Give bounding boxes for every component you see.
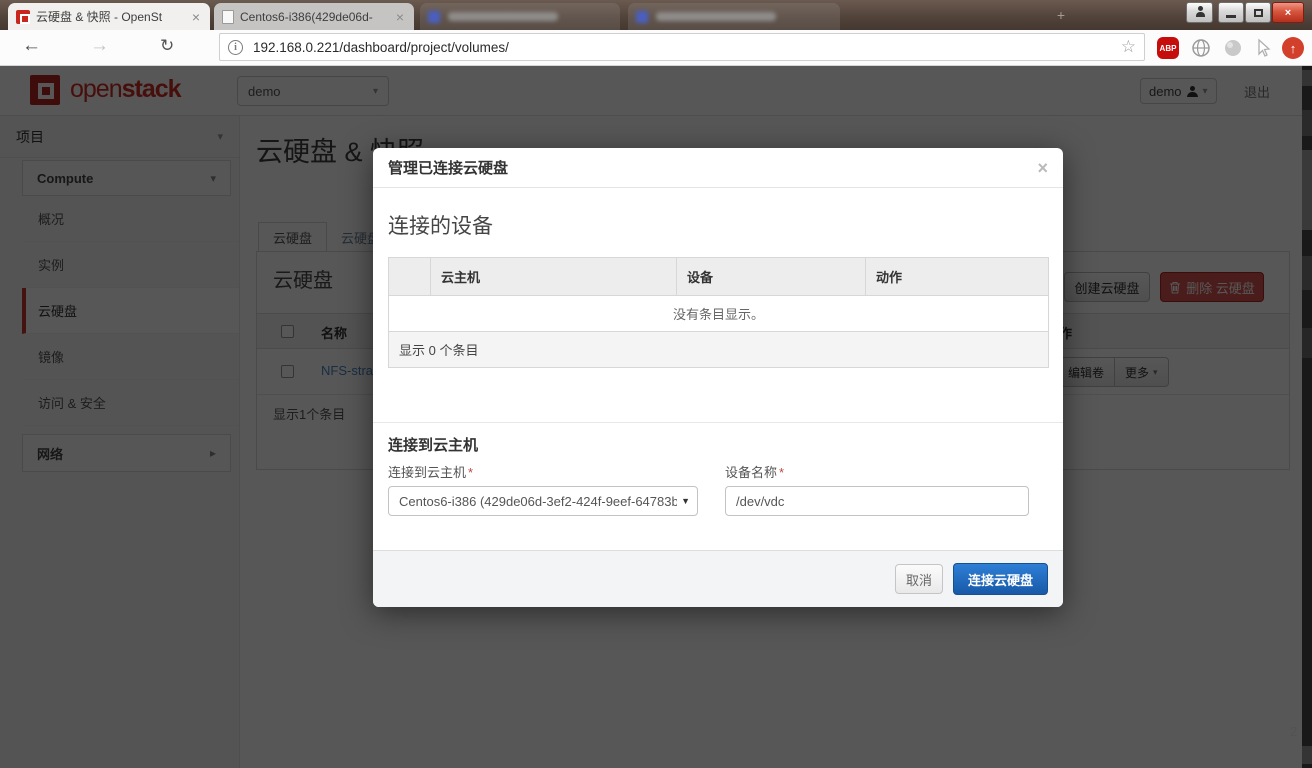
instance-label: 连接到云主机 *: [388, 462, 473, 481]
address-bar[interactable]: i 192.168.0.221/dashboard/project/volume…: [219, 33, 1145, 61]
adblock-extension-icon[interactable]: ABP: [1157, 37, 1179, 59]
tab-title: Centos6-i386(429de06d-: [240, 9, 373, 24]
page-info-icon[interactable]: i: [228, 39, 243, 55]
page-favicon: [222, 9, 234, 24]
attach-volume-modal: 管理已连接云硬盘 × 连接的设备 云主机 设备 动作 没有条目显示。 显示 0 …: [373, 148, 1063, 607]
column-actions: 动作: [865, 257, 1049, 296]
window-minimize-button[interactable]: [1218, 2, 1244, 23]
tab-title: 云硬盘 & 快照 - OpenSt: [36, 10, 163, 24]
required-asterisk: *: [779, 465, 785, 480]
window-maximize-button[interactable]: [1245, 2, 1271, 23]
forward-icon[interactable]: →: [90, 36, 109, 56]
instance-select[interactable]: Centos6-i386 (429de06d-3ef2-424f-9eef-64…: [388, 486, 698, 516]
device-name-input[interactable]: [725, 486, 1029, 516]
bookmark-star-icon[interactable]: ☆: [1121, 37, 1136, 57]
modal-header: 管理已连接云硬盘 ×: [373, 148, 1063, 188]
empty-message: 没有条目显示。: [388, 295, 1049, 332]
items-count: 显示 0 个条目: [388, 331, 1049, 368]
new-tab-button[interactable]: +: [1048, 8, 1074, 24]
attachments-table: 云主机 设备 动作 没有条目显示。 显示 0 个条目: [388, 257, 1049, 368]
browser-tabstrip: 云硬盘 & 快照 - OpenSt × Centos6-i386(429de06…: [0, 0, 1312, 30]
device-name-label: 设备名称 *: [725, 462, 784, 481]
required-asterisk: *: [468, 465, 474, 480]
blurred-favicon: [636, 10, 648, 23]
instance-select-value: Centos6-i386 (429de06d-3ef2-424f-9eef-64…: [399, 493, 677, 509]
blurred-tab-title: [656, 12, 776, 21]
attach-form-heading: 连接到云主机: [388, 437, 479, 454]
attachments-table-header: 云主机 设备 动作: [388, 257, 1049, 296]
browser-tab-background-2[interactable]: [628, 3, 840, 30]
cancel-button[interactable]: 取消: [894, 564, 943, 594]
blurred-tab-title: [448, 12, 558, 21]
empty-row: 没有条目显示。: [388, 295, 1049, 332]
browser-tab-background-1[interactable]: [420, 3, 620, 30]
column-device: 设备: [676, 257, 866, 296]
modal-footer: 取消 连接云硬盘: [373, 550, 1063, 607]
window-close-button[interactable]: ×: [1272, 2, 1304, 23]
person-icon: [1195, 5, 1205, 17]
window-profile-button[interactable]: [1186, 2, 1213, 23]
divider: [373, 422, 1063, 423]
back-icon[interactable]: ←: [22, 36, 41, 56]
screen: 云硬盘 & 快照 - OpenSt × Centos6-i386(429de06…: [0, 0, 1312, 768]
tab-close-icon[interactable]: ×: [394, 10, 406, 24]
table-footer-row: 显示 0 个条目: [388, 331, 1049, 368]
url-text[interactable]: 192.168.0.221/dashboard/project/volumes/: [253, 40, 1121, 55]
close-icon[interactable]: ×: [1037, 159, 1048, 177]
select-arrow-icon: ▼: [681, 496, 690, 506]
browser-tab-instance[interactable]: Centos6-i386(429de06d- ×: [214, 3, 414, 30]
cursor-extension-icon[interactable]: [1252, 37, 1274, 59]
column-instance: 云主机: [430, 257, 677, 296]
sphere-extension-icon[interactable]: [1222, 37, 1244, 59]
instance-label-text: 连接到云主机: [388, 465, 467, 480]
maximize-icon: [1253, 8, 1263, 17]
modal-title: 管理已连接云硬盘: [388, 160, 509, 177]
globe-extension-icon[interactable]: [1190, 37, 1212, 59]
browser-tab-volumes[interactable]: 云硬盘 & 快照 - OpenSt ×: [8, 3, 210, 30]
openstack-favicon: [16, 9, 30, 24]
column-empty: [388, 257, 431, 296]
minimize-icon: [1226, 15, 1236, 18]
attached-devices-heading: 连接的设备: [388, 215, 493, 238]
tab-close-icon[interactable]: ×: [190, 10, 202, 24]
reload-icon[interactable]: ↻: [160, 36, 174, 56]
attach-volume-button[interactable]: 连接云硬盘: [952, 563, 1048, 595]
upload-extension-icon[interactable]: ↑: [1282, 37, 1304, 59]
device-label-text: 设备名称: [725, 465, 778, 480]
blurred-favicon: [428, 10, 440, 23]
